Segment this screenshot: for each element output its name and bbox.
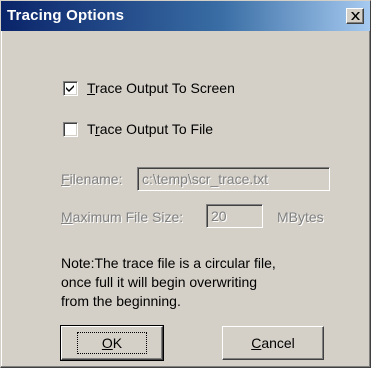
trace-file-label: Trace Output To File xyxy=(87,121,214,137)
filename-field[interactable]: c:\temp\scr_trace.txt xyxy=(137,167,330,191)
ok-button[interactable]: OK xyxy=(60,325,164,361)
checkmark-icon xyxy=(66,84,74,92)
close-button[interactable] xyxy=(346,8,364,24)
ok-button-label: OK xyxy=(76,332,148,354)
max-file-size-field[interactable]: 20 xyxy=(206,204,263,228)
cancel-button-label: Cancel xyxy=(251,335,295,351)
trace-screen-checkbox[interactable] xyxy=(63,80,78,96)
trace-file-checkbox[interactable] xyxy=(63,121,78,137)
trace-screen-option[interactable]: Trace Output To Screen xyxy=(63,79,235,97)
note-text: Note:The trace file is a circular file, … xyxy=(61,255,276,309)
close-icon xyxy=(351,12,360,20)
trace-screen-label: Trace Output To Screen xyxy=(87,80,235,96)
trace-file-option[interactable]: Trace Output To File xyxy=(63,120,213,138)
cancel-button[interactable]: Cancel xyxy=(222,326,324,360)
window-title: Tracing Options xyxy=(7,7,125,24)
max-file-size-label: Maximum File Size: xyxy=(61,209,184,225)
filename-label: Filename: xyxy=(61,171,123,187)
max-file-size-unit: MBytes xyxy=(277,209,324,225)
title-bar[interactable]: Tracing Options xyxy=(1,1,370,31)
tracing-options-dialog: Tracing Options Trace Output To Screen T… xyxy=(0,0,371,368)
